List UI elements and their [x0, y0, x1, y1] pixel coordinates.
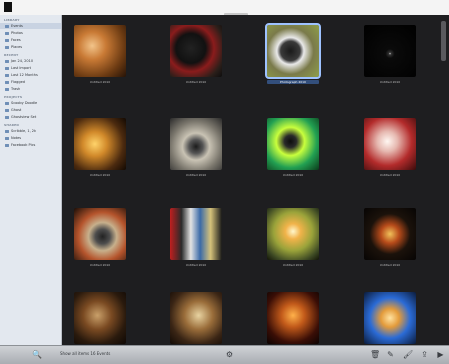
sidebar-item-icon: [5, 24, 9, 28]
sidebar-item[interactable]: Scribble, 1, 2k: [0, 128, 61, 134]
thumb-7[interactable]: [267, 118, 319, 170]
thumb-label-10: Untitled 2010: [185, 263, 207, 267]
sidebar-item-label: Last Import: [11, 66, 32, 70]
sidebar: Library Events Photos Faces Places Recent Jan …: [0, 15, 62, 345]
thumb-label-12: Untitled 2010: [379, 263, 401, 267]
sidebar-item-icon: [5, 136, 9, 140]
thumb-9[interactable]: [74, 208, 126, 260]
sidebar-item-label: Events: [11, 24, 23, 28]
sidebar-item[interactable]: Last 12 Months: [0, 72, 61, 78]
close-button-icon[interactable]: [4, 2, 12, 12]
thumb-label-7: Untitled 2010: [282, 173, 304, 177]
gear-icon[interactable]: ⚙: [225, 350, 234, 359]
sidebar-item-label: Faces: [11, 38, 21, 42]
thumb-label-4: Untitled 2010: [379, 80, 401, 84]
thumb-1[interactable]: [74, 25, 126, 77]
sidebar-item-label: Trash: [11, 87, 21, 91]
trash-icon[interactable]: 🗑: [370, 350, 380, 359]
sidebar-item[interactable]: Notes: [0, 135, 61, 141]
sidebar-section-title: Recent: [4, 53, 19, 57]
thumb-14[interactable]: [170, 292, 222, 344]
share-icon[interactable]: ⇪: [420, 350, 429, 359]
window-titlebar: [0, 0, 449, 16]
thumb-label-2: Untitled 2010: [185, 80, 207, 84]
thumb-13[interactable]: [74, 292, 126, 344]
sidebar-item[interactable]: Facebook Pics: [0, 142, 61, 148]
grid-scrollbar-thumb[interactable]: [441, 21, 446, 61]
sidebar-item[interactable]: Faces: [0, 37, 61, 43]
pencil-icon[interactable]: ✎: [386, 350, 395, 359]
sidebar-item-icon: [5, 87, 9, 91]
thumb-8[interactable]: [364, 118, 416, 170]
grid-scrollbar[interactable]: [441, 17, 446, 342]
sidebar-item-label: Places: [11, 45, 23, 49]
sidebar-item-label: Facebook Pics: [11, 143, 36, 147]
thumb-3[interactable]: [265, 23, 321, 79]
sidebar-item[interactable]: Flagged: [0, 79, 61, 85]
sidebar-item-label: Ghostview Set: [11, 115, 37, 119]
status-text: Show all items 16 Events: [60, 351, 111, 356]
thumb-2[interactable]: [170, 25, 222, 77]
sidebar-item-icon: [5, 31, 9, 35]
sidebar-item[interactable]: Jan 24, 2010: [0, 58, 61, 64]
sidebar-item-label: Jan 24, 2010: [11, 59, 34, 63]
events-grid: Untitled 2010 Untitled 2010 Photograph 2…: [62, 15, 449, 352]
thumb-label-1: Untitled 2010: [89, 80, 111, 84]
sidebar-section-title: Projects: [4, 95, 23, 99]
sidebar-item-icon: [5, 73, 9, 77]
thumb-6[interactable]: [170, 118, 222, 170]
thumb-5[interactable]: [74, 118, 126, 170]
sidebar-item-label: Notes: [11, 136, 22, 140]
sidebar-item-icon: [5, 108, 9, 112]
thumb-label-8: Untitled 2010: [379, 173, 401, 177]
sidebar-item[interactable]: Ghost: [0, 107, 61, 113]
sidebar-item-label: Ghost: [11, 108, 22, 112]
sidebar-item-label: Scooby Doodle: [11, 101, 38, 105]
sidebar-item-icon: [5, 80, 9, 84]
sidebar-item-icon: [5, 115, 9, 119]
sidebar-item-icon: [5, 45, 9, 49]
slideshow-icon[interactable]: ▶: [436, 350, 445, 359]
sidebar-item[interactable]: Events: [0, 23, 61, 29]
sidebar-item[interactable]: Places: [0, 44, 61, 50]
thumb-11[interactable]: [267, 208, 319, 260]
magnifier-icon[interactable]: 🔍: [32, 350, 42, 359]
sidebar-item[interactable]: Ghostview Set: [0, 114, 61, 120]
thumb-label-3: Photograph 2010: [267, 80, 319, 84]
brush-icon[interactable]: 🖌: [403, 350, 413, 359]
thumb-4[interactable]: [364, 25, 416, 77]
thumb-label-6: Untitled 2010: [185, 173, 207, 177]
sidebar-item-icon: [5, 66, 9, 70]
sidebar-item-label: Last 12 Months: [11, 73, 38, 77]
thumb-label-9: Untitled 2010: [89, 263, 111, 267]
sidebar-item-label: Scribble, 1, 2k: [11, 129, 37, 133]
thumb-label-5: Untitled 2010: [89, 173, 111, 177]
sidebar-section-title: Shared: [4, 123, 20, 127]
bottom-toolbar: 🔍 Show all items 16 Events ⚙ 🗑 ✎ 🖌 ⇪ ▶: [0, 345, 449, 364]
thumb-10[interactable]: [170, 208, 222, 260]
sidebar-item-icon: [5, 38, 9, 42]
sidebar-section-title: Library: [4, 18, 20, 22]
sidebar-item[interactable]: Scooby Doodle: [0, 100, 61, 106]
thumb-label-11: Untitled 2010: [282, 263, 304, 267]
sidebar-item-icon: [5, 59, 9, 63]
sidebar-item[interactable]: Trash: [0, 86, 61, 92]
thumb-16[interactable]: [364, 292, 416, 344]
sidebar-item[interactable]: Photos: [0, 30, 61, 36]
sidebar-item-icon: [5, 143, 9, 147]
thumb-15[interactable]: [267, 292, 319, 344]
sidebar-item-label: Photos: [11, 31, 23, 35]
sidebar-item-icon: [5, 101, 9, 105]
sidebar-item[interactable]: Last Import: [0, 65, 61, 71]
sidebar-item-label: Flagged: [11, 80, 25, 84]
thumb-12[interactable]: [364, 208, 416, 260]
sidebar-item-icon: [5, 129, 9, 133]
